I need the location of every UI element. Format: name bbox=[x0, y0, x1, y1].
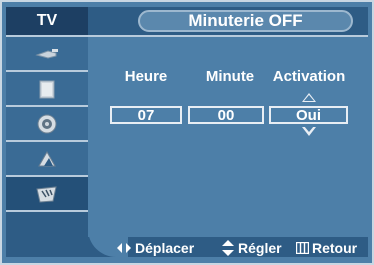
return-hint-label: Retour bbox=[312, 240, 358, 256]
adjust-hint-label: Régler bbox=[238, 240, 282, 256]
column-header-hour: Heure bbox=[124, 68, 168, 85]
picture-icon bbox=[39, 80, 55, 98]
setup-icon bbox=[36, 185, 57, 203]
antenna-icon bbox=[35, 48, 58, 59]
activation-field[interactable]: Oui bbox=[269, 106, 348, 124]
title-bar: Minuterie OFF bbox=[88, 7, 368, 37]
arrow-up-icon[interactable] bbox=[302, 93, 316, 102]
menu-icon bbox=[296, 242, 309, 254]
page-title: Minuterie OFF bbox=[138, 10, 353, 32]
hour-field[interactable]: 07 bbox=[110, 106, 182, 124]
column-header-activation: Activation bbox=[272, 68, 346, 85]
return-hint: Retour bbox=[296, 240, 357, 256]
sidebar-item-setup[interactable] bbox=[6, 177, 88, 212]
arrow-down-icon[interactable] bbox=[302, 126, 316, 136]
sidebar-item-channel[interactable] bbox=[6, 142, 88, 177]
left-right-arrows-icon bbox=[116, 242, 132, 254]
sidebar-item-input[interactable] bbox=[6, 37, 88, 72]
sidebar-title: TV bbox=[6, 7, 88, 37]
up-down-arrows-icon bbox=[221, 240, 235, 256]
adjust-hint: Régler bbox=[221, 240, 282, 256]
main-panel bbox=[88, 37, 368, 237]
speaker-icon bbox=[37, 114, 57, 133]
column-header-minute: Minute bbox=[205, 68, 255, 85]
minute-field[interactable]: 00 bbox=[188, 106, 264, 124]
sidebar-item-picture[interactable] bbox=[6, 72, 88, 107]
channel-icon bbox=[38, 150, 56, 166]
move-hint-label: Déplacer bbox=[135, 240, 195, 256]
sidebar-item-sound[interactable] bbox=[6, 107, 88, 142]
move-hint: Déplacer bbox=[116, 240, 194, 256]
